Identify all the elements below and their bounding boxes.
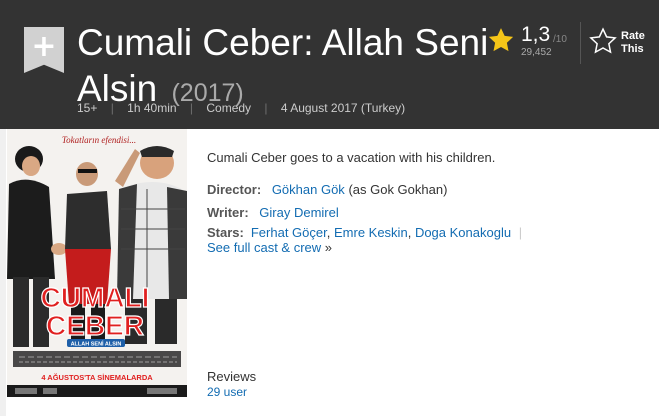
plot-summary: Cumali Ceber goes to a vacation with his… xyxy=(207,150,496,165)
credit-stars: Stars: Ferhat Göçer, Emre Keskin, Doga Ko… xyxy=(207,225,526,240)
reviews-label: Reviews xyxy=(207,369,257,384)
separator: | xyxy=(110,101,114,115)
credit-label: Stars: xyxy=(207,225,244,240)
director-note: (as Gok Gokhan) xyxy=(348,182,448,197)
writer-link[interactable]: Giray Demirel xyxy=(259,205,338,220)
rate-this-button[interactable]: Rate This xyxy=(621,30,645,56)
poster-release-text: 4 AĞUSTOS'TA SİNEMALARDA xyxy=(41,373,153,382)
divider xyxy=(580,22,581,64)
genre-link[interactable]: Comedy xyxy=(206,101,251,115)
full-cast-link[interactable]: See full cast & crew xyxy=(207,240,321,255)
separator: | xyxy=(189,101,194,115)
credit-label: Writer: xyxy=(207,205,249,220)
pipe-separator: | xyxy=(518,225,523,240)
poster-subtitle: ALLAH SENİ ALSIN xyxy=(71,341,122,348)
rate-line-1: Rate xyxy=(621,30,645,42)
credit-label: Director: xyxy=(207,182,262,197)
star-link[interactable]: Ferhat Göçer xyxy=(251,225,327,240)
poster-tagline: Tokatların efendisi... xyxy=(62,135,136,145)
poster-artwork: Tokatların efendisi... CUMALI CEBER ALLA… xyxy=(7,129,187,397)
rating-best: /10 xyxy=(553,34,567,45)
title-text: Cumali Ceber: Allah Seni Alsin xyxy=(77,22,489,109)
poster-image[interactable]: Tokatların efendisi... CUMALI CEBER ALLA… xyxy=(7,129,187,397)
plus-icon: + xyxy=(31,29,57,64)
release-date-link[interactable]: 4 August 2017 (Turkey) xyxy=(281,101,405,115)
poster-title-line-1: CUMALI xyxy=(41,282,150,313)
left-gutter xyxy=(0,129,6,416)
runtime: 1h 40min xyxy=(127,101,177,115)
star-outline-icon[interactable] xyxy=(588,26,618,56)
star-icon xyxy=(488,28,514,52)
credit-director: Director: Gökhan Gök (as Gok Gokhan) xyxy=(207,182,447,197)
star-link[interactable]: Doga Konakoglu xyxy=(415,225,511,240)
chevron-right-icon: » xyxy=(324,240,333,255)
credit-writer: Writer: Giray Demirel xyxy=(207,205,339,220)
separator: | xyxy=(264,101,268,115)
rate-line-2: This xyxy=(621,43,644,55)
rating-value: 1,3 xyxy=(521,23,551,46)
rating-count-link[interactable]: 29,452 xyxy=(521,47,552,58)
star-link[interactable]: Emre Keskin xyxy=(334,225,408,240)
separator: , xyxy=(407,225,412,240)
poster-title-line-2: CEBER xyxy=(46,310,144,341)
full-cast-row: See full cast & crew » xyxy=(207,240,332,255)
title-subtext: 15+ | 1h 40min | Comedy | 4 August 2017 … xyxy=(77,101,405,115)
certificate: 15+ xyxy=(77,101,98,115)
director-link[interactable]: Gökhan Gök xyxy=(272,182,345,197)
separator: , xyxy=(326,225,331,240)
user-reviews-link[interactable]: 29 user xyxy=(207,385,247,399)
